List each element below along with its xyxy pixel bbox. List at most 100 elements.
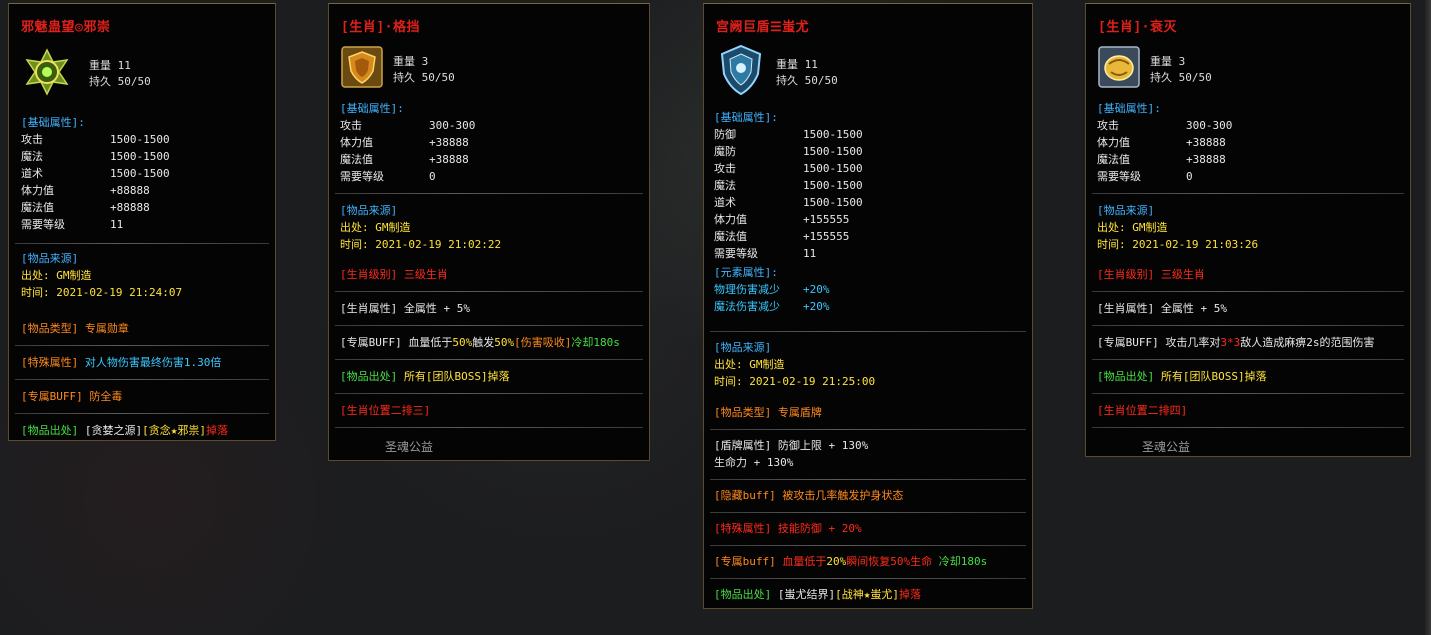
effect-segment: [生肖属性] 全属性 + 5% (1097, 302, 1227, 315)
effect-segment: [专属buff] (714, 555, 776, 568)
divider (710, 429, 1026, 430)
stat-value: 1500-1500 (110, 150, 170, 163)
stat-row: 体力值 +155555 (714, 211, 863, 228)
divider (15, 345, 269, 346)
effect-line: 生命力 + 130% (714, 454, 793, 471)
effect-segment: [生肖位置二排四] (1097, 404, 1188, 417)
source-time: 时间: 2021-02-19 21:03:26 (1097, 238, 1259, 251)
divider (710, 512, 1026, 513)
divider (335, 291, 643, 292)
stat-value: +88888 (110, 201, 150, 214)
effect-line: [专属BUFF] 血量低于50%触发50%[伤害吸收]冷却180s (340, 334, 620, 351)
fist-item-icon (1098, 46, 1140, 88)
stat-value: 0 (1186, 170, 1193, 183)
divider (1092, 359, 1404, 360)
server-footer: 圣魂公益 (1142, 440, 1191, 454)
stat-row: 魔法伤害减少 +20% (714, 298, 863, 315)
source-header: [物品来源] (714, 341, 772, 354)
effect-line: [生肖属性] 全属性 + 5% (1097, 300, 1227, 317)
divider (710, 578, 1026, 579)
item-title: [生肖]·格挡 (341, 20, 420, 35)
source-origin: 出处: GM制造 (1097, 221, 1168, 234)
stat-label: 体力值 (21, 184, 54, 197)
effect-segment: [物品类型] (21, 322, 79, 335)
divider (15, 379, 269, 380)
stat-value: 1500-1500 (110, 133, 170, 146)
effect-segment: [贪念★邪祟] (142, 424, 206, 437)
effect-segment: [隐藏buff] 被攻击几率触发护身状态 (714, 489, 904, 502)
effect-line: [生肖位置二排四] (1097, 402, 1187, 419)
stat-label: 魔防 (714, 145, 736, 158)
effect-segment: 50% (452, 336, 473, 349)
effect-segment: [战神★蚩尤] (835, 588, 899, 601)
stat-label: 物理伤害减少 (714, 283, 780, 296)
effect-line: [生肖级别] 三级生肖 (1097, 266, 1205, 283)
item-tooltip-medal: 邪魅蛊望◎邪崇 重量 11 持久 50/50 [基础属性]: 攻击 1500-15… (8, 3, 276, 441)
effect-line: [生肖属性] 全属性 + 5% (340, 300, 470, 317)
divider (1092, 325, 1404, 326)
stat-row: 需要等级 0 (340, 168, 475, 185)
effect-line: [隐藏buff] 被攻击几率触发护身状态 (714, 487, 903, 504)
stat-label: 魔法值 (714, 230, 747, 243)
stat-row: 攻击 1500-1500 (21, 131, 170, 148)
stat-row: 攻击 300-300 (1097, 117, 1232, 134)
divider (335, 193, 643, 194)
stat-value: +155555 (803, 213, 850, 226)
effect-segment: [物品出处] (340, 370, 398, 383)
stat-label: 体力值 (1097, 136, 1130, 149)
durability-text: 持久 50/50 (1150, 71, 1212, 84)
stat-label: 道术 (21, 167, 43, 180)
stat-row: 魔法值 +38888 (340, 151, 475, 168)
durability-text: 持久 50/50 (89, 75, 151, 88)
stat-label: 攻击 (714, 162, 736, 175)
stat-row: 体力值 +88888 (21, 182, 170, 199)
stat-value: 1500-1500 (803, 162, 863, 175)
stat-label: 需要等级 (714, 247, 758, 260)
effect-line: [物品出处] 所有[团队BOSS]掉落 (1097, 368, 1267, 385)
stat-value: +38888 (1186, 153, 1226, 166)
stat-row: 魔防 1500-1500 (714, 143, 863, 160)
effect-segment: 掉落 (899, 588, 921, 601)
shield-item-icon (716, 44, 762, 96)
stat-row: 需要等级 11 (714, 245, 863, 262)
stat-value: +20% (803, 283, 830, 296)
stat-label: 攻击 (1097, 119, 1119, 132)
stat-row: 需要等级 11 (21, 216, 170, 233)
stat-label: 魔法 (21, 150, 43, 163)
stat-value: 1500-1500 (803, 145, 863, 158)
effect-line: [特殊属性] 技能防御 + 20% (714, 520, 862, 537)
divider (1092, 291, 1404, 292)
divider (335, 427, 643, 428)
stat-row: 道术 1500-1500 (714, 194, 863, 211)
stat-value: +155555 (803, 230, 850, 243)
effect-line: [专属BUFF] 攻击几率对3*3敌人造成麻痹2s的范围伤害 (1097, 334, 1374, 351)
effect-segment: [专属BUFF] 血量低于 (340, 336, 453, 349)
stat-value: 300-300 (1186, 119, 1233, 132)
effect-segment: [盾牌属性] 防御上限 + 130% (714, 439, 869, 452)
effect-segment: 瞬间恢复 (846, 555, 891, 568)
effect-segment: [生肖属性] 全属性 + 5% (340, 302, 470, 315)
shield-item-icon (341, 46, 383, 88)
source-time: 时间: 2021-02-19 21:02:22 (340, 238, 502, 251)
stat-row: 需要等级 0 (1097, 168, 1232, 185)
stat-value: +20% (803, 300, 830, 313)
effect-segment: [物品出处] (714, 588, 772, 601)
medal-item-icon (23, 48, 69, 96)
stat-row: 攻击 1500-1500 (714, 160, 863, 177)
divider (335, 359, 643, 360)
effect-segment: 所有[团队BOSS]掉落 (397, 370, 510, 383)
weight-text: 重量 3 (1150, 55, 1186, 68)
divider (335, 325, 643, 326)
effect-line: [盾牌属性] 防御上限 + 130% (714, 437, 868, 454)
effect-line: [物品类型] 专属勋章 (21, 320, 129, 337)
divider (1092, 427, 1404, 428)
window-edge (1425, 0, 1431, 635)
effect-segment: 防全毒 (82, 390, 123, 403)
effect-segment: 血量低于 (775, 555, 827, 568)
base-attr-header: [基础属性]: (1097, 102, 1161, 115)
effect-line: [物品出处] [蚩尤结界][战神★蚩尤]掉落 (714, 586, 921, 603)
stat-row: 物理伤害减少 +20% (714, 281, 863, 298)
effect-segment: 20% (826, 555, 847, 568)
stat-value: +88888 (110, 184, 150, 197)
base-attr-header: [基础属性]: (21, 116, 85, 129)
